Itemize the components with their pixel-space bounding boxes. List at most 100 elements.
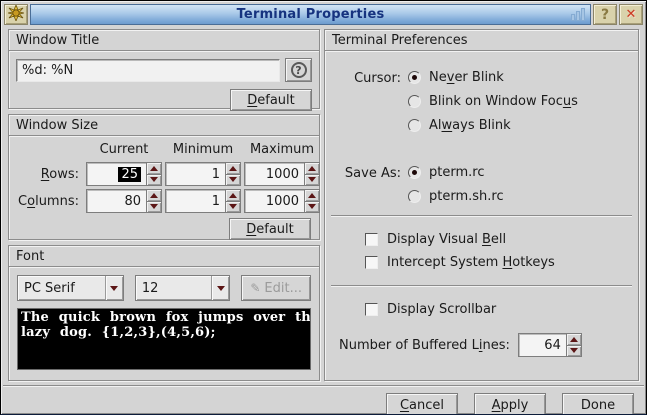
radio-icon xyxy=(408,71,421,84)
font-family-value: PC Serif xyxy=(18,276,105,300)
window-title-default-button[interactable]: Default xyxy=(230,89,312,111)
rows-maximum-value: 1000 xyxy=(266,167,299,182)
spin-up-button[interactable] xyxy=(146,162,162,175)
arrow-down-icon xyxy=(150,204,158,209)
columns-label: Columns: xyxy=(17,194,83,209)
window-title-group-header: Window Title xyxy=(9,30,319,50)
done-button[interactable]: Done xyxy=(562,393,634,415)
columns-current-value: 80 xyxy=(124,194,141,209)
spin-up-button[interactable] xyxy=(304,189,320,202)
window-menu-button[interactable] xyxy=(4,4,28,25)
arrow-down-icon xyxy=(308,177,316,182)
checkbox-display-scrollbar[interactable]: Display Scrollbar xyxy=(365,302,628,317)
radio-pterm-sh-rc[interactable]: pterm.sh.rc xyxy=(408,189,504,204)
chevron-down-icon xyxy=(110,286,118,291)
spin-up-button[interactable] xyxy=(225,189,241,202)
rows-current-spinner[interactable]: 25 xyxy=(86,162,162,186)
save-as-label: Save As: xyxy=(339,165,401,204)
columns-current-spinner[interactable]: 80 xyxy=(86,189,162,213)
columns-minimum-spinner[interactable]: 1 xyxy=(165,189,241,213)
checkbox-label: Display Scrollbar xyxy=(387,302,496,317)
close-icon: ✕ xyxy=(626,7,637,22)
window-size-group-header: Window Size xyxy=(9,115,319,135)
buffered-lines-spinner[interactable]: 64 xyxy=(518,333,582,357)
help-titlebar-button[interactable]: ? xyxy=(593,4,617,25)
column-header-current: Current xyxy=(86,142,162,159)
spin-up-button[interactable] xyxy=(566,333,582,346)
pencil-icon: ✎ xyxy=(250,281,260,295)
footer: Cancel Apply Done xyxy=(3,385,644,415)
radio-icon xyxy=(408,166,421,179)
checkbox-intercept-system-hotkeys[interactable]: Intercept System Hotkeys xyxy=(365,255,628,270)
rows-label: Rows: xyxy=(17,167,83,182)
font-group-header: Font xyxy=(9,246,319,266)
rows-maximum-spinner[interactable]: 1000 xyxy=(244,162,320,186)
buffered-lines-label: Number of Buffered Lines: xyxy=(339,338,510,353)
button-label: Apply xyxy=(492,398,529,413)
spin-down-button[interactable] xyxy=(146,175,162,187)
radio-icon xyxy=(408,95,421,108)
arrow-up-icon xyxy=(308,193,316,198)
spin-down-button[interactable] xyxy=(304,175,320,187)
apply-button[interactable]: Apply xyxy=(474,393,546,415)
spin-down-button[interactable] xyxy=(225,202,241,214)
checkbox-icon xyxy=(365,233,378,246)
radio-always-blink[interactable]: Always Blink xyxy=(408,118,578,133)
divider xyxy=(331,215,632,217)
font-size-dropdown[interactable]: 12 xyxy=(135,275,230,301)
window-title: Terminal Properties xyxy=(237,7,385,22)
checkbox-display-visual-bell[interactable]: Display Visual Bell xyxy=(365,232,628,247)
arrow-down-icon xyxy=(229,177,237,182)
arrow-down-icon xyxy=(150,177,158,182)
checkbox-icon xyxy=(365,303,378,316)
spin-down-button[interactable] xyxy=(146,202,162,214)
radio-blink-on-window-focus[interactable]: Blink on Window Focus xyxy=(408,94,578,109)
chevron-down-icon xyxy=(217,286,225,291)
spin-down-button[interactable] xyxy=(225,175,241,187)
arrow-up-icon xyxy=(150,193,158,198)
spin-up-button[interactable] xyxy=(225,162,241,175)
radio-label: pterm.rc xyxy=(429,165,484,180)
button-label: Edit... xyxy=(264,281,302,296)
rows-current-value: 25 xyxy=(118,167,141,182)
column-header-maximum: Maximum xyxy=(244,142,320,159)
terminal-preferences-group: Terminal Preferences Cursor: Never Blink xyxy=(324,29,639,381)
spin-down-button[interactable] xyxy=(304,202,320,214)
buffered-lines-value: 64 xyxy=(544,338,561,353)
window-title-help-button[interactable]: ? xyxy=(285,58,312,82)
window-size-group: Window Size Current Minimum Maximum Rows… xyxy=(8,114,320,240)
spin-up-button[interactable] xyxy=(304,162,320,175)
arrow-down-icon xyxy=(229,204,237,209)
radio-icon xyxy=(408,190,421,203)
arrow-up-icon xyxy=(150,166,158,171)
titlebar-drag-area[interactable]: Terminal Properties xyxy=(30,4,591,25)
columns-minimum-value: 1 xyxy=(212,194,220,209)
arrow-up-icon xyxy=(229,166,237,171)
font-group: Font PC Serif 12 ✎ E xyxy=(8,245,320,381)
window-size-default-button[interactable]: Default xyxy=(229,218,311,240)
close-button[interactable]: ✕ xyxy=(619,4,643,25)
column-header-minimum: Minimum xyxy=(165,142,241,159)
columns-maximum-value: 1000 xyxy=(266,194,299,209)
arrow-down-icon xyxy=(570,348,578,353)
checkbox-label: Display Visual Bell xyxy=(387,232,506,247)
question-mark-icon: ? xyxy=(601,7,609,23)
button-label: Default xyxy=(246,222,294,237)
font-size-value: 12 xyxy=(136,276,211,300)
titlebar[interactable]: Terminal Properties ? ✕ xyxy=(3,3,644,26)
window-title-input[interactable]: %d: %N xyxy=(16,59,280,82)
font-family-dropdown[interactable]: PC Serif xyxy=(17,275,124,301)
radio-icon xyxy=(408,119,421,132)
font-edit-button[interactable]: ✎ Edit... xyxy=(241,275,311,301)
rows-minimum-spinner[interactable]: 1 xyxy=(165,162,241,186)
arrow-up-icon xyxy=(229,193,237,198)
spin-up-button[interactable] xyxy=(146,189,162,202)
window-title-input-value: %d: %N xyxy=(22,63,73,78)
divider xyxy=(331,285,632,287)
radio-never-blink[interactable]: Never Blink xyxy=(408,70,578,85)
spin-down-button[interactable] xyxy=(566,346,582,358)
columns-maximum-spinner[interactable]: 1000 xyxy=(244,189,320,213)
radio-pterm-rc[interactable]: pterm.rc xyxy=(408,165,504,180)
cancel-button[interactable]: Cancel xyxy=(386,393,458,415)
radio-label: Never Blink xyxy=(429,70,504,85)
